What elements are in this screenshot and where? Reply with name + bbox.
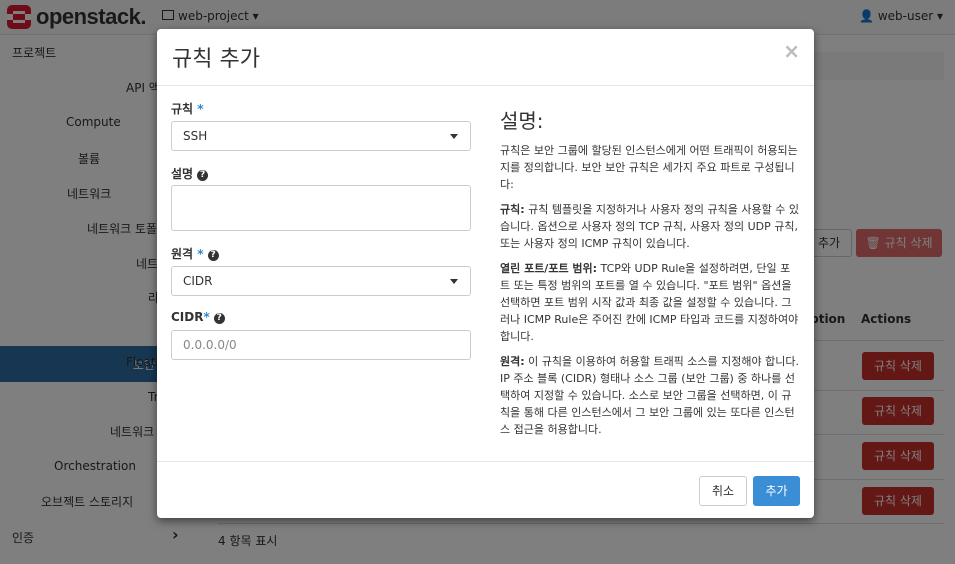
description-label-text: 설명 [171, 167, 194, 181]
remote-label: 원격 *? [171, 245, 219, 262]
required-asterisk-icon: * [197, 247, 204, 261]
question-icon[interactable]: ? [197, 170, 209, 181]
rule-label: 규칙 * [171, 100, 204, 117]
close-icon[interactable]: × [783, 39, 800, 63]
description-textarea[interactable] [171, 185, 471, 231]
cidr-label: CIDR*? [171, 310, 225, 324]
cidr-input-placeholder: 0.0.0.0/0 [183, 338, 237, 352]
remote-select[interactable]: CIDR [171, 266, 471, 296]
cidr-label-text: CIDR [171, 310, 204, 324]
cancel-button[interactable]: 취소 [699, 476, 747, 506]
question-icon[interactable]: ? [213, 313, 225, 324]
cidr-input[interactable]: 0.0.0.0/0 [171, 330, 471, 360]
help-rule: 규칙: 규칙 템플릿을 지정하거나 사용자 정의 규칙을 사용할 수 있습니다.… [500, 201, 800, 252]
help-rule-text: 규칙 템플릿을 지정하거나 사용자 정의 규칙을 사용할 수 있습니다. 옵션으… [500, 203, 799, 250]
help-remote-term: 원격: [500, 355, 525, 368]
remote-select-value: CIDR [183, 274, 213, 288]
add-rule-modal: 규칙 추가 × 규칙 * SSH 설명? 원격 *? CIDR CIDR*? 0… [157, 29, 814, 518]
help-port: 열린 포트/포트 범위: TCP와 UDP Rule을 설정하려면, 단일 포트… [500, 260, 800, 345]
required-asterisk-icon: * [203, 310, 210, 324]
help-panel: 설명: 규칙은 보안 그룹에 할당된 인스턴스에게 어떤 트래픽이 허용되는지를… [500, 109, 800, 446]
modal-header: 규칙 추가 × [157, 29, 814, 86]
rule-label-text: 규칙 [171, 102, 194, 116]
help-intro: 규칙은 보안 그룹에 할당된 인스턴스에게 어떤 트래픽이 허용되는지를 정의합… [500, 144, 798, 191]
caret-down-icon [450, 279, 458, 284]
submit-button[interactable]: 추가 [753, 476, 800, 506]
help-title: 설명: [500, 109, 544, 133]
help-remote-text: 이 규칙을 이용하여 허용할 트래픽 소스를 지정해야 합니다. IP 주소 블… [500, 355, 799, 436]
rule-select[interactable]: SSH [171, 121, 471, 151]
help-port-term: 열린 포트/포트 범위: [500, 262, 598, 275]
modal-footer: 취소 추가 [157, 461, 814, 519]
required-asterisk-icon: * [197, 102, 204, 116]
caret-down-icon [450, 134, 458, 139]
help-rule-term: 규칙: [500, 203, 525, 216]
modal-title: 규칙 추가 [172, 47, 260, 72]
remote-label-text: 원격 [171, 247, 194, 261]
rule-select-value: SSH [183, 129, 208, 143]
question-icon[interactable]: ? [207, 250, 219, 261]
help-remote: 원격: 이 규칙을 이용하여 허용할 트래픽 소스를 지정해야 합니다. IP … [500, 353, 800, 438]
description-label: 설명? [171, 165, 209, 182]
